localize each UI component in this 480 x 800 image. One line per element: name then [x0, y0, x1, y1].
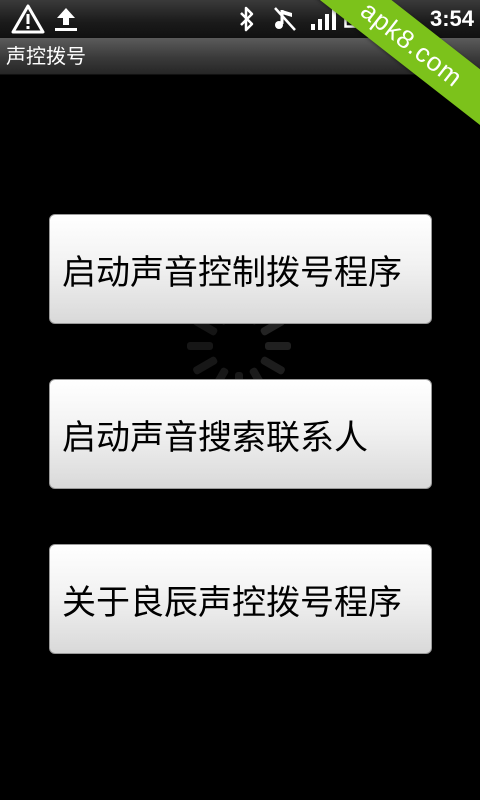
bluetooth-icon	[236, 4, 258, 34]
status-time: 3:54	[429, 6, 474, 31]
upload-icon	[52, 4, 80, 34]
app-screen: 3:54 声控拨号 启动声音控制拨号程序 启动声音搜索联系人 关于良辰声控拨号程…	[0, 0, 480, 800]
start-voice-dial-label: 启动声音控制拨号程序	[62, 252, 402, 293]
start-voice-contact-search-button[interactable]: 启动声音搜索联系人	[49, 379, 432, 489]
start-voice-contact-search-label: 启动声音搜索联系人	[62, 417, 368, 458]
vibrate-mute-icon	[272, 4, 298, 34]
app-title: 声控拨号	[6, 44, 86, 68]
about-app-button[interactable]: 关于良辰声控拨号程序	[49, 544, 432, 654]
about-app-label: 关于良辰声控拨号程序	[62, 582, 402, 623]
warning-icon	[10, 4, 46, 34]
start-voice-dial-button[interactable]: 启动声音控制拨号程序	[49, 214, 432, 324]
